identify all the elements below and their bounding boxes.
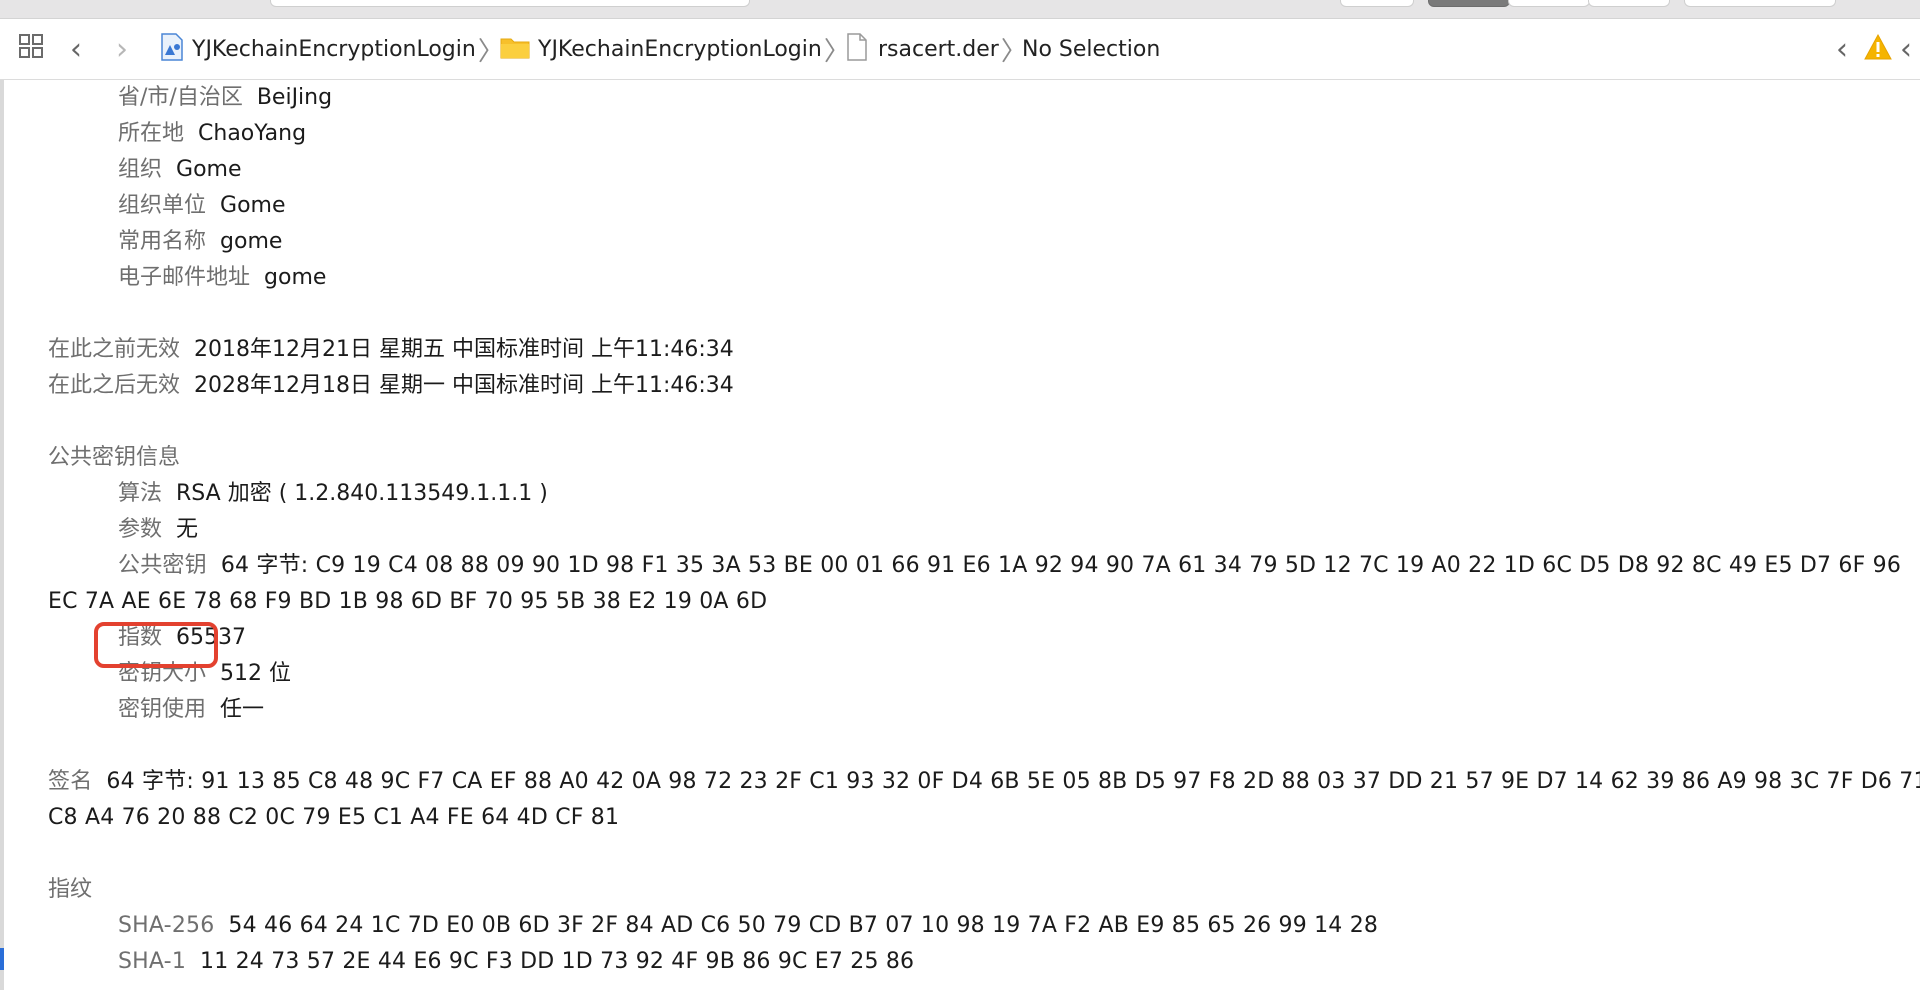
public-key-highlight-annotation bbox=[94, 622, 218, 668]
section-heading-public-key: 公共密钥信息 bbox=[48, 445, 181, 470]
toolbar-pill bbox=[1684, 0, 1836, 7]
chevron-left-icon: ‹ bbox=[70, 31, 82, 67]
field-key-usage: 密钥使用 任一 bbox=[118, 697, 265, 722]
breadcrumb-folder[interactable]: YJKechainEncryptionLogin 〉 bbox=[500, 19, 852, 79]
tab-pill bbox=[270, 0, 750, 7]
document-icon bbox=[846, 33, 868, 65]
chevron-left-icon: ‹ bbox=[1900, 31, 1912, 67]
grid-icon bbox=[18, 33, 46, 65]
issue-forward-button[interactable]: ‹ bbox=[1900, 19, 1912, 79]
breadcrumb-label: No Selection bbox=[1022, 36, 1161, 62]
warning-button[interactable] bbox=[1864, 19, 1892, 79]
field-public-key-continued: EC 7A AE 6E 78 68 F9 BD 1B 98 6D BF 70 9… bbox=[48, 589, 768, 614]
chevron-left-icon: ‹ bbox=[1836, 31, 1848, 67]
related-items-button[interactable] bbox=[18, 19, 46, 79]
field-sha1: SHA-1 11 24 73 57 2E 44 E6 9C F3 DD 1D 73… bbox=[118, 949, 915, 974]
field-org-unit: 组织单位 Gome bbox=[118, 193, 286, 218]
field-state: 省/市/自治区 BeiJing bbox=[118, 85, 333, 110]
breadcrumb-file[interactable]: rsacert.der 〉 bbox=[846, 19, 1029, 79]
issue-back-button[interactable]: ‹ bbox=[1836, 19, 1848, 79]
project-file-icon bbox=[160, 33, 184, 65]
breadcrumb-label: YJKechainEncryptionLogin bbox=[538, 36, 822, 62]
field-email: 电子邮件地址 gome bbox=[118, 265, 327, 290]
field-sha256: SHA-256 54 46 64 24 1C 7D E0 0B 6D 3F 2F … bbox=[118, 913, 1379, 938]
breadcrumb-label: YJKechainEncryptionLogin bbox=[192, 36, 476, 62]
folder-icon bbox=[500, 35, 530, 63]
field-not-after: 在此之后无效 2028年12月18日 星期一 中国标准时间 上午11:46:34 bbox=[48, 373, 734, 398]
toolbar-pill bbox=[1340, 0, 1414, 7]
breadcrumb-project[interactable]: YJKechainEncryptionLogin 〉 bbox=[160, 19, 506, 79]
field-not-before: 在此之前无效 2018年12月21日 星期五 中国标准时间 上午11:46:34 bbox=[48, 337, 734, 362]
breadcrumb-label: rsacert.der bbox=[878, 36, 999, 62]
field-common-name: 常用名称 gome bbox=[118, 229, 283, 254]
toolbar-pill-active bbox=[1428, 0, 1510, 7]
forward-button[interactable]: › bbox=[116, 19, 128, 79]
section-heading-fingerprints: 指纹 bbox=[48, 877, 93, 902]
jump-bar: ‹ › YJKechainEncryptionLogin 〉 YJKechain… bbox=[0, 19, 1920, 80]
field-locality: 所在地 ChaoYang bbox=[118, 121, 307, 146]
warning-icon bbox=[1864, 33, 1892, 64]
back-button[interactable]: ‹ bbox=[70, 19, 82, 79]
window-top-strip bbox=[0, 0, 1920, 19]
field-parameters: 参数无 bbox=[118, 517, 199, 542]
chevron-right-icon: › bbox=[116, 31, 128, 67]
breadcrumb-selection[interactable]: No Selection bbox=[1022, 19, 1160, 79]
field-organization: 组织 Gome bbox=[118, 157, 242, 182]
field-public-key: 公共密钥 64 字节: C9 19 C4 08 88 09 90 1D 98 F1… bbox=[118, 553, 1902, 578]
toolbar-pill bbox=[1508, 0, 1590, 7]
certificate-viewer: 省/市/自治区 BeiJing 所在地 ChaoYang 组织 Gome 组织单位 Go… bbox=[0, 80, 1920, 990]
field-signature-continued: C8 A4 76 20 88 C2 0C 79 E5 C1 A4 FE 64 4… bbox=[48, 805, 620, 830]
toolbar-pill bbox=[1588, 0, 1670, 7]
field-signature: 签名 64 字节: 91 13 85 C8 48 9C F7 CA EF 88 A… bbox=[48, 769, 1920, 794]
field-algorithm: 算法 RSA 加密 ( 1.2.840.113549.1.1.1 ) bbox=[118, 481, 548, 506]
